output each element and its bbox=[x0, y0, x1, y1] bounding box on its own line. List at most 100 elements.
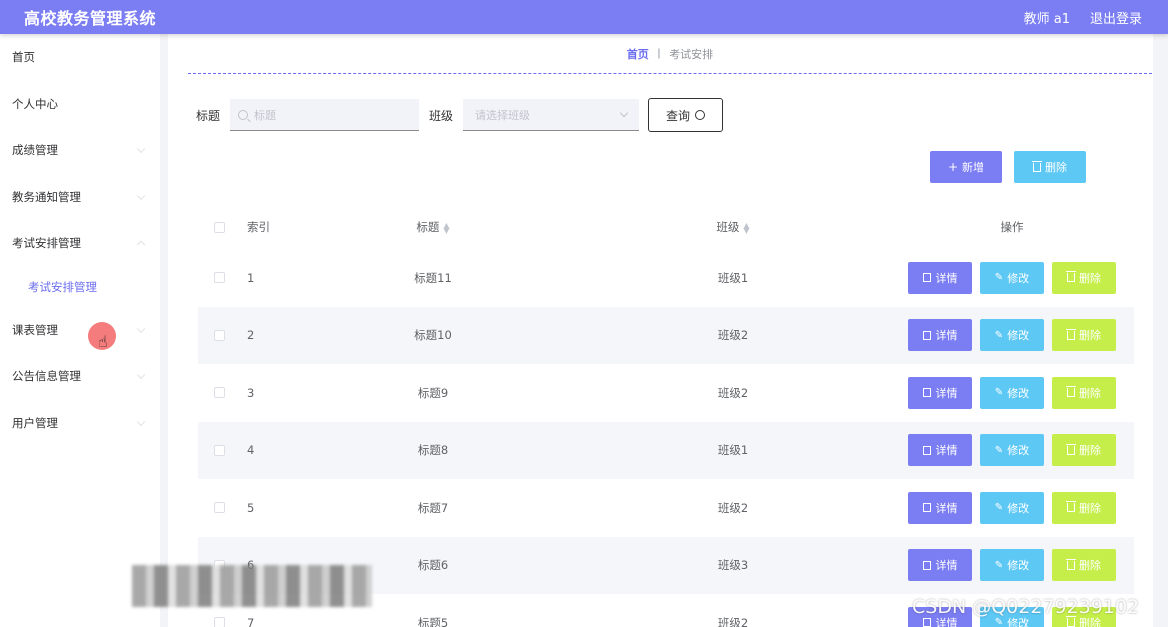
delete-button[interactable]: 删除 bbox=[1052, 549, 1116, 582]
detail-button[interactable]: 详情 bbox=[908, 549, 972, 582]
delete-label: 删除 bbox=[1079, 501, 1101, 515]
row-checkbox[interactable] bbox=[214, 502, 225, 514]
sidebar-item-label: 个人中心 bbox=[12, 96, 58, 111]
edit-button[interactable]: ✎ 修改 bbox=[980, 434, 1044, 467]
add-button[interactable]: + 新增 bbox=[930, 151, 1002, 183]
delete-button[interactable]: 删除 bbox=[1052, 376, 1116, 409]
detail-button[interactable]: 详情 bbox=[908, 261, 972, 294]
trash-icon bbox=[1066, 616, 1076, 627]
sidebar-item-label: 公告信息管理 bbox=[12, 369, 81, 384]
chevron-up-icon bbox=[136, 240, 146, 250]
row-checkbox[interactable] bbox=[214, 444, 225, 456]
cell-title: 标题9 bbox=[417, 385, 449, 400]
title-search-input[interactable]: 标题 bbox=[230, 99, 420, 131]
breadcrumb-current: 考试安排 bbox=[669, 47, 714, 61]
sidebar-item-notices[interactable]: 教务通知管理 bbox=[0, 174, 160, 221]
pencil-icon: ✎ bbox=[994, 502, 1004, 514]
cell-class: 班级1 bbox=[717, 443, 749, 458]
row-actions: 详情 ✎ 修改 删除 bbox=[902, 491, 1122, 524]
trash-icon bbox=[1066, 271, 1076, 283]
edit-label: 修改 bbox=[1007, 501, 1030, 515]
sidebar: 首页 个人中心 成绩管理 教务通知管理 考试安排管理 考试安排管理 课表管理 公… bbox=[0, 34, 160, 627]
watermark: CSDN @Q02279239102 bbox=[912, 596, 1140, 618]
sidebar-item-label: 首页 bbox=[12, 50, 35, 65]
batch-delete-label: 删除 bbox=[1045, 161, 1067, 174]
trash-icon bbox=[1066, 501, 1076, 513]
delete-button[interactable]: 删除 bbox=[1052, 491, 1116, 524]
detail-button[interactable]: 详情 bbox=[908, 319, 972, 352]
header-title-label: 标题 bbox=[416, 220, 440, 234]
query-button[interactable]: 查询 bbox=[648, 98, 724, 132]
detail-label: 详情 bbox=[935, 501, 958, 515]
cell-title: 标题7 bbox=[417, 500, 449, 515]
pencil-icon: ✎ bbox=[994, 617, 1004, 627]
sidebar-item-announcements[interactable]: 公告信息管理 bbox=[0, 353, 160, 400]
search-icon bbox=[238, 109, 249, 120]
cell-title: 标题8 bbox=[417, 443, 449, 458]
detail-button[interactable]: 详情 bbox=[908, 434, 972, 467]
sidebar-item-grades[interactable]: 成绩管理 bbox=[0, 127, 160, 174]
cell-title: 标题6 bbox=[417, 558, 449, 573]
delete-button[interactable]: 删除 bbox=[1052, 261, 1116, 294]
batch-delete-button[interactable]: 删除 bbox=[1014, 151, 1086, 183]
table-row: 4 标题8 班级1 详情 ✎ 修改 删除 bbox=[198, 421, 1134, 479]
add-button-label: 新增 bbox=[962, 161, 985, 174]
class-select[interactable]: 请选择班级 bbox=[463, 99, 640, 131]
trash-icon bbox=[1066, 443, 1076, 455]
cell-index: 1 bbox=[247, 270, 255, 285]
edit-button[interactable]: ✎ 修改 bbox=[980, 549, 1044, 582]
sidebar-item-users[interactable]: 用户管理 bbox=[0, 400, 160, 447]
edit-button[interactable]: ✎ 修改 bbox=[980, 376, 1044, 409]
row-checkbox[interactable] bbox=[214, 387, 225, 399]
sidebar-item-label: 教务通知管理 bbox=[12, 189, 81, 204]
detail-label: 详情 bbox=[935, 271, 958, 285]
breadcrumb-home[interactable]: 首页 bbox=[627, 46, 649, 62]
trash-icon bbox=[1032, 160, 1042, 172]
document-icon bbox=[922, 273, 931, 283]
sidebar-item-profile[interactable]: 个人中心 bbox=[0, 81, 160, 128]
row-actions: 详情 ✎ 修改 删除 bbox=[902, 319, 1122, 352]
delete-button[interactable]: 删除 bbox=[1052, 319, 1116, 352]
chevron-down-icon bbox=[136, 324, 146, 333]
sidebar-subitem-exams[interactable]: 考试安排管理 bbox=[0, 267, 160, 307]
plus-icon: + bbox=[947, 160, 959, 174]
sidebar-item-home[interactable]: 首页 bbox=[0, 34, 160, 81]
chevron-down-icon bbox=[136, 370, 146, 380]
cell-class: 班级2 bbox=[717, 385, 749, 400]
header-class[interactable]: 班级 ▲ ▼ bbox=[688, 219, 778, 235]
chevron-down-icon bbox=[136, 191, 146, 200]
delete-label: 删除 bbox=[1079, 271, 1101, 285]
delete-button[interactable]: 删除 bbox=[1052, 434, 1116, 467]
trash-icon bbox=[1066, 558, 1076, 570]
row-actions: 详情 ✎ 修改 删除 bbox=[902, 261, 1122, 294]
sort-icon: ▲ ▼ bbox=[443, 220, 450, 235]
hand-cursor-icon: ☝ bbox=[98, 332, 108, 351]
chevron-down-icon bbox=[136, 144, 146, 154]
edit-label: 修改 bbox=[1007, 386, 1030, 400]
app-title: 高校教务管理系统 bbox=[24, 9, 157, 28]
search-icon bbox=[695, 110, 706, 120]
row-checkbox[interactable] bbox=[214, 329, 225, 341]
select-all-checkbox[interactable] bbox=[214, 221, 225, 233]
sidebar-item-timetable[interactable]: 课表管理 bbox=[0, 307, 160, 354]
edit-button[interactable]: ✎ 修改 bbox=[980, 491, 1044, 524]
row-checkbox[interactable] bbox=[214, 617, 225, 627]
detail-label: 详情 bbox=[935, 386, 958, 400]
edit-button[interactable]: ✎ 修改 bbox=[980, 261, 1044, 294]
cell-class: 班级2 bbox=[717, 615, 749, 627]
logout-link[interactable]: 退出登录 bbox=[1090, 8, 1142, 27]
row-checkbox[interactable] bbox=[214, 272, 225, 284]
cell-index: 4 bbox=[247, 443, 255, 458]
detail-button[interactable]: 详情 bbox=[908, 376, 972, 409]
header-title[interactable]: 标题 ▲ ▼ bbox=[388, 219, 478, 235]
document-icon bbox=[922, 445, 931, 455]
header-ops: 操作 bbox=[902, 219, 1122, 235]
edit-button[interactable]: ✎ 修改 bbox=[980, 319, 1044, 352]
main-area: 首页 ❙ 考试安排 标题 标题 班级 请选择班级 查询 + 新增 删除 索引 标… bbox=[160, 34, 1168, 627]
detail-button[interactable]: 详情 bbox=[908, 491, 972, 524]
chevron-down-icon bbox=[619, 108, 629, 118]
blurred-overlay bbox=[132, 565, 372, 607]
table-row: 2 标题10 班级2 详情 ✎ 修改 删除 bbox=[198, 306, 1134, 364]
document-icon bbox=[922, 618, 931, 627]
sidebar-item-exams[interactable]: 考试安排管理 bbox=[0, 220, 160, 267]
